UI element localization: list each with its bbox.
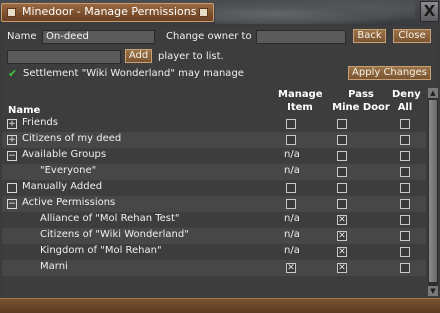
permissions-table: + Friends + Citizens of my deed − Available G… xyxy=(2,116,426,276)
row-name: Active Permissions xyxy=(22,197,116,208)
pass-checkbox[interactable] xyxy=(337,183,347,193)
pass-checkbox[interactable]: ✕ xyxy=(337,215,347,225)
scroll-thumb[interactable] xyxy=(429,100,437,282)
title-tab[interactable]: Minedoor - Manage Permissions xyxy=(1,3,214,22)
back-button[interactable]: Back xyxy=(353,29,386,43)
table-row[interactable]: Marni ✕ ✕ xyxy=(2,260,426,276)
pass-checkbox[interactable]: ✕ xyxy=(337,263,347,273)
manage-checkbox[interactable]: ✕ xyxy=(286,263,296,273)
pass-checkbox[interactable]: ✕ xyxy=(337,247,347,257)
pass-checkbox[interactable] xyxy=(337,167,347,177)
column-header-manage: Manage Item xyxy=(278,89,323,113)
settlement-status: Settlement "Wiki Wonderland" may manage xyxy=(23,68,244,79)
table-row[interactable]: Citizens of "Wiki Wonderland" n/a ✕ xyxy=(2,228,426,244)
checkmark-icon: ✔ xyxy=(8,67,18,80)
expander-icon[interactable]: + xyxy=(7,119,17,129)
table-row[interactable]: Alliance of "Mol Rehan Test" n/a ✕ xyxy=(2,212,426,228)
deny-checkbox[interactable] xyxy=(400,151,410,161)
row-name: Manually Added xyxy=(22,181,103,192)
table-row[interactable]: Kingdom of "Mol Rehan" n/a ✕ xyxy=(2,244,426,260)
deny-checkbox[interactable] xyxy=(400,263,410,273)
deny-checkbox[interactable] xyxy=(400,167,410,177)
row-checkbox[interactable] xyxy=(7,183,17,193)
table-row[interactable]: Manually Added xyxy=(2,180,426,196)
row-name: Marni xyxy=(40,261,68,272)
deny-checkbox[interactable] xyxy=(400,247,410,257)
close-button[interactable]: Close xyxy=(393,29,431,43)
pass-checkbox[interactable] xyxy=(337,199,347,209)
new-owner-field[interactable] xyxy=(256,30,346,44)
title-cap-right-icon xyxy=(199,8,208,17)
name-field[interactable]: On-deed xyxy=(42,30,155,44)
expander-icon[interactable]: + xyxy=(7,135,17,145)
deny-checkbox[interactable] xyxy=(400,135,410,145)
row-name: Citizens of my deed xyxy=(22,133,122,144)
pass-checkbox[interactable]: ✕ xyxy=(337,231,347,241)
scroll-up-icon[interactable]: ▲ xyxy=(428,88,438,98)
manage-na-text: n/a xyxy=(284,245,300,256)
manage-na-text: n/a xyxy=(284,165,300,176)
row-name: Kingdom of "Mol Rehan" xyxy=(40,245,162,256)
manage-checkbox[interactable] xyxy=(286,183,296,193)
manage-na-text: n/a xyxy=(284,229,300,240)
pass-checkbox[interactable] xyxy=(337,119,347,129)
manage-checkbox[interactable] xyxy=(286,135,296,145)
add-button[interactable]: Add xyxy=(125,49,152,63)
bottom-frame xyxy=(0,298,440,313)
table-row[interactable]: "Everyone" n/a xyxy=(2,164,426,180)
table-row[interactable]: + Friends xyxy=(2,116,426,132)
vertical-scrollbar[interactable]: ▲ ▼ xyxy=(428,88,438,296)
deny-checkbox[interactable] xyxy=(400,199,410,209)
row-name: Friends xyxy=(22,117,58,128)
row-name: Available Groups xyxy=(22,149,107,160)
apply-changes-button[interactable]: Apply Changes xyxy=(348,66,431,80)
table-row[interactable]: + Citizens of my deed xyxy=(2,132,426,148)
expander-icon[interactable]: − xyxy=(7,151,17,161)
window-close-button[interactable]: X xyxy=(420,1,439,22)
scroll-down-icon[interactable]: ▼ xyxy=(428,286,438,296)
pass-checkbox[interactable] xyxy=(337,135,347,145)
deny-checkbox[interactable] xyxy=(400,119,410,129)
background-texture xyxy=(215,0,415,24)
manage-na-text: n/a xyxy=(284,149,300,160)
add-player-field[interactable] xyxy=(7,50,121,64)
deny-checkbox[interactable] xyxy=(400,231,410,241)
deny-checkbox[interactable] xyxy=(400,183,410,193)
column-header-deny: Deny All xyxy=(392,89,421,113)
window-title: Minedoor - Manage Permissions xyxy=(22,5,197,18)
column-header-pass: Pass Mine Door xyxy=(332,89,390,113)
row-name: "Everyone" xyxy=(40,165,97,176)
row-name: Alliance of "Mol Rehan Test" xyxy=(40,213,180,224)
manage-na-text: n/a xyxy=(284,213,300,224)
row-name: Citizens of "Wiki Wonderland" xyxy=(40,229,189,240)
name-label: Name xyxy=(7,31,37,42)
deny-checkbox[interactable] xyxy=(400,215,410,225)
manage-checkbox[interactable] xyxy=(286,119,296,129)
manage-checkbox[interactable] xyxy=(286,199,296,209)
table-row[interactable]: − Available Groups n/a xyxy=(2,148,426,164)
table-row[interactable]: − Active Permissions xyxy=(2,196,426,212)
title-cap-left-icon xyxy=(7,8,16,17)
change-owner-label: Change owner to xyxy=(166,31,252,42)
pass-checkbox[interactable] xyxy=(337,151,347,161)
expander-icon[interactable]: − xyxy=(7,199,17,209)
add-player-suffix: player to list. xyxy=(158,51,224,62)
